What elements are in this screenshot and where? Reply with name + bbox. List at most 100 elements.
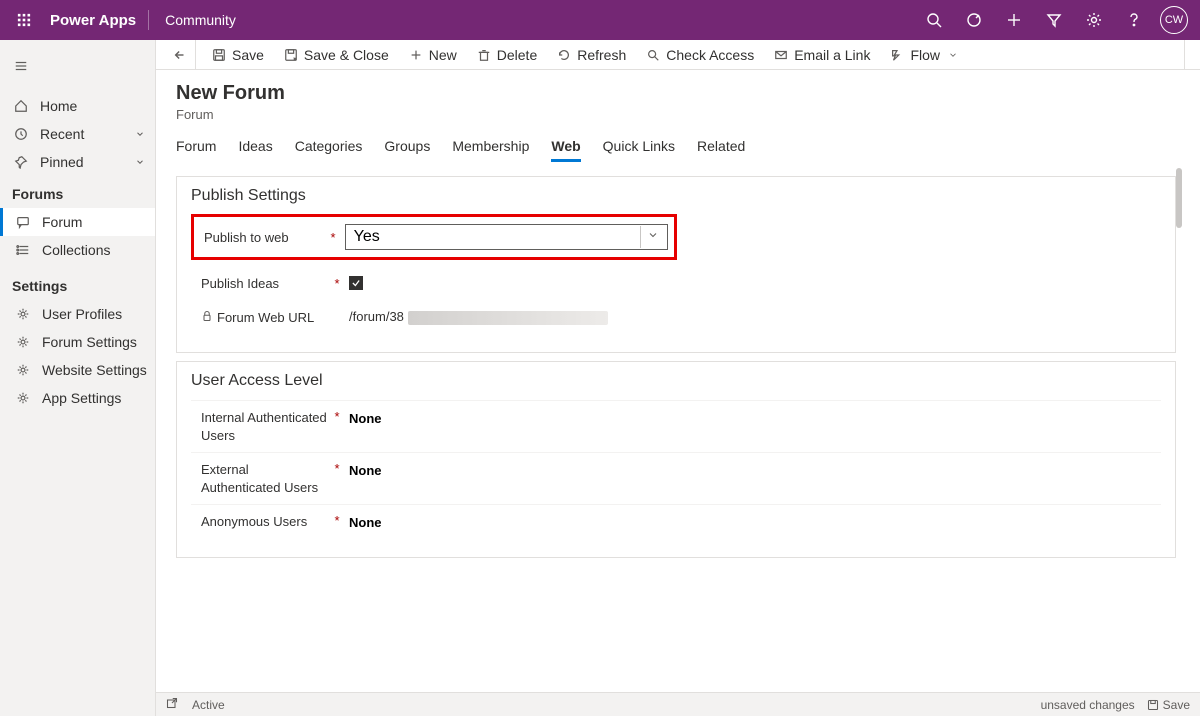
product-name[interactable]: Power Apps bbox=[48, 12, 148, 29]
environment-name[interactable]: Community bbox=[149, 12, 252, 28]
nav-label: Pinned bbox=[40, 154, 84, 170]
scrollbar-thumb[interactable] bbox=[1176, 168, 1182, 228]
field-value: None bbox=[349, 461, 382, 478]
required-spacer bbox=[331, 310, 343, 325]
status-bar: Active unsaved changes Save bbox=[156, 692, 1200, 716]
nav-recent[interactable]: Recent bbox=[0, 120, 155, 148]
tab-quick-links[interactable]: Quick Links bbox=[603, 138, 675, 162]
sidebar-item-user-profiles[interactable]: User Profiles bbox=[0, 300, 155, 328]
cmd-label: Save & Close bbox=[304, 47, 389, 63]
record-status: Active bbox=[192, 698, 225, 712]
unsaved-indicator: unsaved changes bbox=[1041, 698, 1135, 712]
save-close-icon bbox=[284, 48, 298, 62]
cmd-label: Flow bbox=[910, 47, 940, 63]
cmd-label: Save bbox=[232, 47, 264, 63]
home-icon bbox=[12, 99, 30, 113]
back-button[interactable] bbox=[164, 40, 196, 70]
nav-pinned[interactable]: Pinned bbox=[0, 148, 155, 176]
page-title: New Forum bbox=[176, 82, 1180, 105]
settings-icon[interactable] bbox=[1074, 0, 1114, 40]
cmd-label: Check Access bbox=[666, 47, 754, 63]
chevron-down-icon bbox=[647, 228, 659, 246]
app-launcher-icon[interactable] bbox=[0, 0, 48, 40]
field-label: External Authenticated Users bbox=[201, 461, 331, 496]
avatar[interactable]: CW bbox=[1160, 6, 1188, 34]
required-indicator: * bbox=[331, 276, 343, 291]
command-bar: Save Save & Close New Delete Refresh Che… bbox=[156, 40, 1200, 70]
section-title: Publish Settings bbox=[191, 187, 1161, 205]
sidebar-item-label: User Profiles bbox=[42, 306, 122, 322]
sidebar-item-label: Website Settings bbox=[42, 362, 147, 378]
chevron-down-icon bbox=[135, 154, 145, 170]
gear-icon bbox=[14, 391, 32, 405]
chevron-down-icon bbox=[948, 50, 958, 60]
required-indicator: * bbox=[331, 513, 343, 528]
filter-icon[interactable] bbox=[1034, 0, 1074, 40]
field-internal-users[interactable]: Internal Authenticated Users * None bbox=[191, 400, 1161, 452]
target-icon[interactable] bbox=[954, 0, 994, 40]
tab-related[interactable]: Related bbox=[697, 138, 745, 162]
cmd-check-access[interactable]: Check Access bbox=[636, 40, 764, 70]
mail-icon bbox=[774, 48, 788, 62]
cmd-refresh[interactable]: Refresh bbox=[547, 40, 636, 70]
cmd-email-link[interactable]: Email a Link bbox=[764, 40, 880, 70]
tab-web[interactable]: Web bbox=[551, 138, 580, 162]
sidebar-item-forum-settings[interactable]: Forum Settings bbox=[0, 328, 155, 356]
cmd-save-close[interactable]: Save & Close bbox=[274, 40, 399, 70]
popout-icon[interactable] bbox=[166, 697, 178, 712]
nav-label: Home bbox=[40, 98, 77, 114]
sidebar-item-label: Collections bbox=[42, 242, 110, 258]
gear-icon bbox=[14, 307, 32, 321]
field-label: Forum Web URL bbox=[201, 310, 331, 325]
cmd-flow[interactable]: Flow bbox=[880, 40, 968, 70]
tab-membership[interactable]: Membership bbox=[452, 138, 529, 162]
field-publish-ideas: Publish Ideas * bbox=[191, 266, 1161, 300]
tab-groups[interactable]: Groups bbox=[384, 138, 430, 162]
field-external-users[interactable]: External Authenticated Users * None bbox=[191, 452, 1161, 504]
cmd-delete[interactable]: Delete bbox=[467, 40, 547, 70]
publish-to-web-select[interactable]: Yes bbox=[345, 224, 668, 250]
cmd-save[interactable]: Save bbox=[202, 40, 274, 70]
nav-home[interactable]: Home bbox=[0, 92, 155, 120]
chevron-down-icon bbox=[135, 126, 145, 142]
publish-ideas-checkbox[interactable] bbox=[349, 276, 363, 290]
gear-icon bbox=[14, 363, 32, 377]
field-value: None bbox=[349, 513, 382, 530]
tab-forum[interactable]: Forum bbox=[176, 138, 216, 162]
footer-save-button[interactable]: Save bbox=[1147, 698, 1190, 712]
forum-url-value: /forum/38 bbox=[349, 309, 689, 325]
plus-icon[interactable] bbox=[994, 0, 1034, 40]
tab-categories[interactable]: Categories bbox=[295, 138, 363, 162]
sidebar-item-app-settings[interactable]: App Settings bbox=[0, 384, 155, 412]
page-header: New Forum Forum bbox=[156, 70, 1200, 126]
field-label: Anonymous Users bbox=[201, 513, 331, 531]
sidebar-item-website-settings[interactable]: Website Settings bbox=[0, 356, 155, 384]
cmd-label: Delete bbox=[497, 47, 537, 63]
field-label: Internal Authenticated Users bbox=[201, 409, 331, 444]
trash-icon bbox=[477, 48, 491, 62]
hamburger-icon[interactable] bbox=[0, 40, 155, 92]
cmdbar-overflow[interactable] bbox=[1184, 40, 1192, 69]
sidebar-item-label: Forum bbox=[42, 214, 82, 230]
cmd-new[interactable]: New bbox=[399, 40, 467, 70]
section-title: User Access Level bbox=[191, 372, 1161, 390]
field-label: Publish Ideas bbox=[201, 276, 331, 291]
sidebar-item-collections[interactable]: Collections bbox=[0, 236, 155, 264]
sidebar-item-label: App Settings bbox=[42, 390, 121, 406]
lock-icon bbox=[201, 310, 213, 325]
tab-ideas[interactable]: Ideas bbox=[238, 138, 272, 162]
search-icon[interactable] bbox=[914, 0, 954, 40]
sidebar-item-forum[interactable]: Forum bbox=[0, 208, 155, 236]
content-area: Publish Settings Publish to web * Yes Pu… bbox=[156, 162, 1200, 692]
field-anonymous-users[interactable]: Anonymous Users * None bbox=[191, 504, 1161, 539]
nav-label: Recent bbox=[40, 126, 84, 142]
field-label: Publish to web bbox=[204, 230, 327, 245]
list-icon bbox=[14, 243, 32, 257]
main-area: Save Save & Close New Delete Refresh Che… bbox=[156, 40, 1200, 716]
tab-bar: Forum Ideas Categories Groups Membership… bbox=[156, 126, 1200, 162]
cmd-label: New bbox=[429, 47, 457, 63]
help-icon[interactable] bbox=[1114, 0, 1154, 40]
field-value: None bbox=[349, 409, 382, 426]
page-subtitle: Forum bbox=[176, 107, 1180, 122]
sidebar-item-label: Forum Settings bbox=[42, 334, 137, 350]
